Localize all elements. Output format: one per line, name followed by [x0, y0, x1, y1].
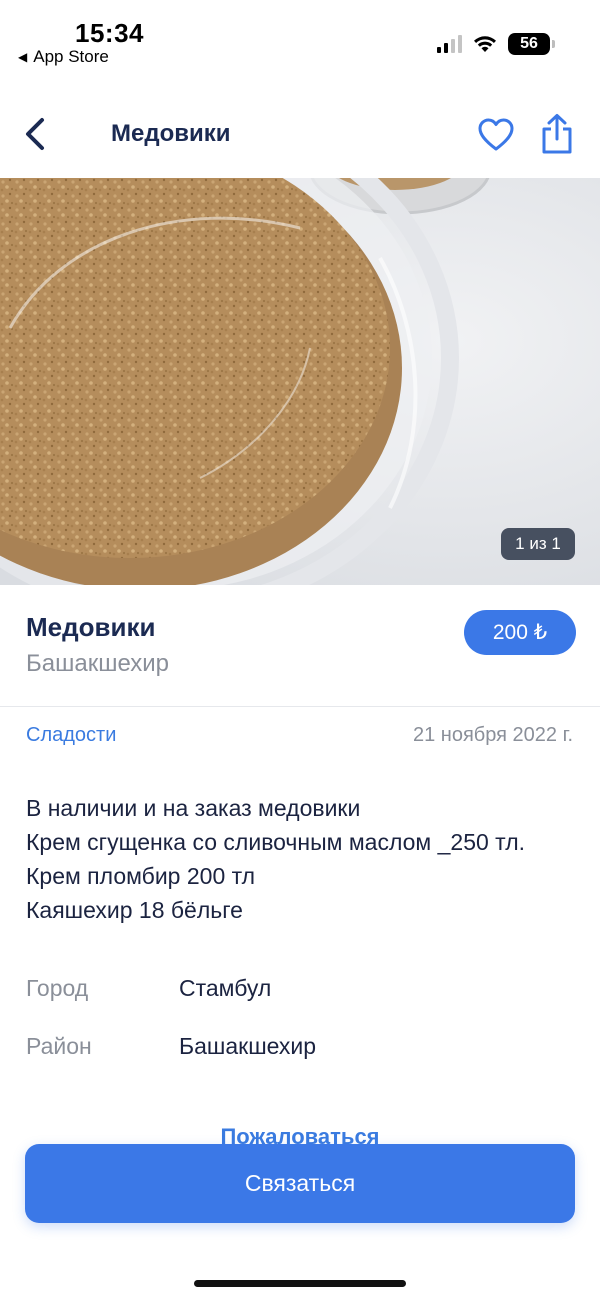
status-icons: 56: [437, 33, 555, 55]
ad-district: Башакшехир: [26, 650, 170, 677]
battery-level: 56: [520, 35, 538, 52]
back-app-label: App Store: [33, 47, 109, 66]
report-link[interactable]: Пожаловаться: [0, 1124, 600, 1146]
page-title: Медовики: [111, 120, 231, 147]
status-time: 15:34: [75, 18, 144, 48]
ad-description: В наличии и на заказ медовики Крем сгуще…: [26, 791, 574, 927]
description-line: В наличии и на заказ медовики: [26, 795, 361, 821]
home-indicator: [194, 1280, 406, 1287]
attribute-value-district: Башакшехир: [179, 1033, 317, 1059]
attribute-label-city: Город: [26, 975, 89, 1001]
description-line: Крем пломбир 200 тл: [26, 863, 256, 889]
back-triangle-icon: ◀: [18, 50, 28, 64]
chevron-left-icon[interactable]: [20, 114, 56, 154]
share-icon[interactable]: [536, 112, 578, 156]
contact-button[interactable]: Связаться: [25, 1144, 575, 1223]
attribute-label-district: Район: [26, 1033, 92, 1059]
ad-title: Медовики: [26, 612, 156, 642]
attribute-value-city: Стамбул: [179, 975, 272, 1001]
divider: [0, 706, 600, 707]
category-link[interactable]: Сладости: [26, 724, 116, 747]
cellular-signal-icon: [437, 35, 462, 53]
ad-date: 21 ноября 2022 г.: [413, 724, 573, 746]
heart-icon[interactable]: [476, 116, 516, 154]
description-line: Крем сгущенка со сливочным маслом _250 т…: [26, 829, 526, 855]
cake-photo-image: [0, 178, 600, 585]
photo-counter-badge: 1 из 1: [501, 528, 575, 560]
wifi-icon: [474, 36, 496, 52]
description-line: Каяшехир 18 бёльге: [26, 897, 243, 923]
battery-icon: 56: [508, 33, 555, 55]
ad-photo[interactable]: [0, 178, 600, 585]
price-badge: 200 ₺: [464, 610, 576, 655]
back-to-app-store[interactable]: ◀ App Store: [18, 47, 109, 67]
